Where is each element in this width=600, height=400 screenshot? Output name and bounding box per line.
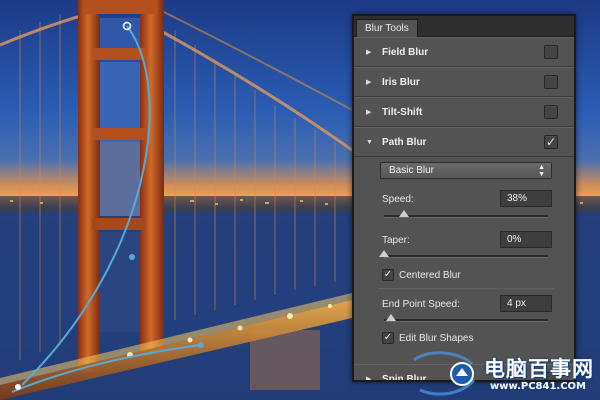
watermark-url: www.PC841.COM — [490, 381, 587, 392]
end-point-speed-slider-thumb[interactable] — [385, 314, 396, 321]
iris-blur-checkbox[interactable] — [544, 75, 558, 89]
edit-blur-shapes-checkbox[interactable]: ✓ — [382, 332, 394, 344]
divider — [378, 288, 554, 289]
taper-input[interactable]: 0% — [500, 231, 552, 248]
section-label: Field Blur — [382, 46, 429, 58]
taper-slider[interactable] — [379, 250, 548, 258]
blur-tools-panel: Blur Tools ▶ Field Blur ▶ Iris Blur ▶ Ti… — [352, 14, 576, 382]
edit-blur-shapes-label: Edit Blur Shapes — [399, 332, 474, 344]
path-end-handle-2[interactable] — [198, 342, 204, 348]
section-label: Iris Blur — [382, 76, 420, 88]
checkmark-icon: ✓ — [383, 269, 393, 280]
field-blur-checkbox[interactable] — [544, 45, 558, 59]
end-point-speed-input[interactable]: 4 px — [500, 295, 552, 312]
edit-blur-shapes-option[interactable]: ✓ Edit Blur Shapes — [382, 332, 474, 344]
section-field-blur[interactable]: ▶ Field Blur — [354, 37, 574, 67]
checkmark-icon: ✓ — [383, 332, 393, 343]
triangle-right-icon[interactable]: ▶ — [366, 78, 371, 86]
blur-mode-select[interactable]: Basic Blur ▲ ▼ — [380, 162, 552, 179]
end-point-speed-label: End Point Speed: — [382, 299, 460, 310]
speed-slider[interactable] — [384, 210, 548, 218]
section-label: Tilt-Shift — [382, 106, 423, 118]
up-down-arrows-icon: ▲ ▼ — [538, 164, 545, 178]
watermark: 电脑百事网 www.PC841.COM — [410, 350, 600, 398]
taper-label: Taper: — [382, 235, 410, 246]
blur-mode-value: Basic Blur — [389, 165, 435, 176]
speed-input[interactable]: 38% — [500, 190, 552, 207]
path-blur-checkbox[interactable]: ✓ — [544, 135, 558, 149]
path-blur-options: Basic Blur ▲ ▼ Speed: 38% Taper: 0% ✓ Cen… — [354, 157, 574, 364]
watermark-logo-icon — [413, 351, 476, 396]
tilt-shift-checkbox[interactable] — [544, 105, 558, 119]
taper-slider-thumb[interactable] — [379, 250, 389, 257]
centered-blur-option[interactable]: ✓ Centered Blur — [382, 269, 461, 281]
centered-blur-checkbox[interactable]: ✓ — [382, 269, 394, 281]
end-point-speed-slider[interactable] — [384, 314, 548, 322]
section-path-blur[interactable]: ▼ Path Blur ✓ — [354, 127, 574, 157]
checkmark-icon: ✓ — [545, 135, 557, 149]
centered-blur-label: Centered Blur — [399, 269, 461, 281]
triangle-down-icon[interactable]: ▼ — [366, 139, 373, 146]
section-label: Path Blur — [382, 136, 427, 148]
tab-blur-tools[interactable]: Blur Tools — [356, 19, 418, 37]
panel-tab-bar: Blur Tools — [354, 16, 574, 37]
triangle-right-icon[interactable]: ▶ — [366, 48, 371, 56]
triangle-right-icon[interactable]: ▶ — [366, 375, 371, 380]
speed-label: Speed: — [382, 194, 414, 205]
path-mid-handle[interactable] — [129, 254, 135, 260]
section-iris-blur[interactable]: ▶ Iris Blur — [354, 67, 574, 97]
watermark-text: 电脑百事网 — [484, 357, 594, 381]
section-tilt-shift[interactable]: ▶ Tilt-Shift — [354, 97, 574, 127]
path-end-handle[interactable] — [15, 384, 21, 390]
triangle-right-icon[interactable]: ▶ — [366, 108, 371, 116]
speed-slider-thumb[interactable] — [398, 210, 409, 217]
